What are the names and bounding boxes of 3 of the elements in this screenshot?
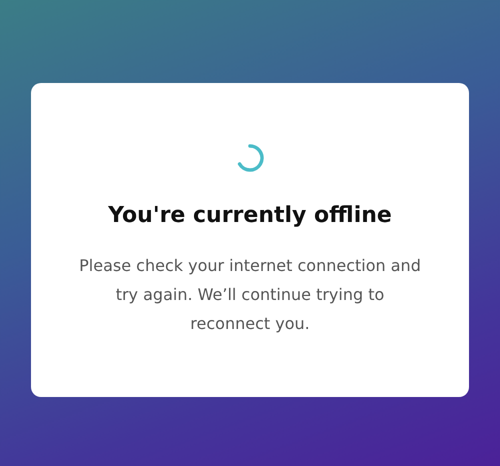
offline-message: Please check your internet connection and try again. We’ll continue trying to reconnect you.: [78, 255, 422, 335]
loading-spinner-icon: [235, 143, 265, 173]
offline-title: You're currently offline: [108, 202, 392, 230]
